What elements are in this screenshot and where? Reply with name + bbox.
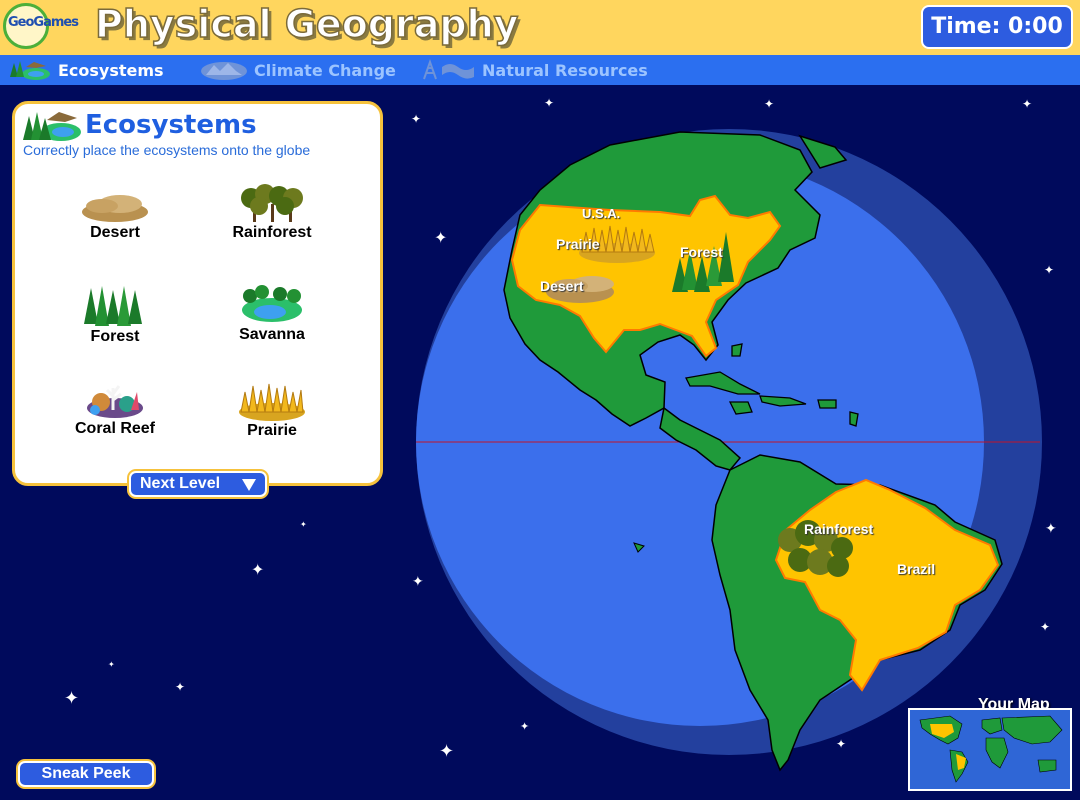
next-level-label: Next Level	[140, 475, 221, 492]
timer-display: Time: 0:00	[921, 5, 1073, 49]
usa-label: U.S.A.	[582, 206, 621, 221]
ecosystem-savanna[interactable]: Savanna	[197, 282, 347, 344]
ecosystem-desert[interactable]: Desert	[40, 186, 190, 242]
ecosystem-coral-reef[interactable]: Coral Reef	[40, 380, 190, 438]
ecosystem-savanna-label: Savanna	[239, 326, 305, 343]
sneak-peek-button[interactable]: Sneak Peek	[18, 761, 154, 787]
geogames-logo[interactable]: GeoGames	[2, 3, 80, 51]
tab-climate-change[interactable]: Climate Change	[200, 55, 396, 85]
brazil-label: Brazil	[897, 561, 936, 577]
ecosystem-forest[interactable]: Forest	[40, 284, 190, 346]
climate-change-tab-icon	[201, 62, 247, 80]
forest-icon	[84, 286, 142, 326]
prairie-icon	[239, 383, 305, 421]
savanna-icon	[242, 285, 302, 322]
ecosystem-prairie-label: Prairie	[247, 422, 297, 439]
ecosystem-prairie[interactable]: Prairie	[197, 382, 347, 440]
coral-reef-icon	[87, 385, 143, 418]
ecosystem-forest-label: Forest	[90, 328, 140, 345]
ecosystem-coral-reef-label: Coral Reef	[74, 420, 156, 437]
tab-natural-resources[interactable]: Natural Resources	[418, 55, 648, 85]
ecosystems-tab-icon	[10, 61, 50, 80]
rainforest-icon	[241, 184, 303, 222]
panel-instructions: Correctly place the ecosystems onto the …	[23, 142, 311, 158]
tab-ecosystems[interactable]: Ecosystems	[6, 55, 164, 85]
tab-natural-resources-label: Natural Resources	[482, 60, 648, 80]
prairie-globe-label: Prairie	[556, 236, 600, 252]
app-title: Physical Geography	[94, 1, 519, 47]
desert-globe-label: Desert	[540, 278, 584, 294]
ecosystems-panel: Ecosystems Correctly place the ecosystem…	[12, 101, 383, 486]
tab-ecosystems-label: Ecosystems	[58, 60, 164, 80]
chevron-down-icon	[242, 479, 256, 491]
forest-globe-label: Forest	[680, 244, 723, 260]
desert-icon	[82, 195, 148, 222]
rainforest-globe-label: Rainforest	[804, 521, 874, 537]
natural-resources-tab-icon	[423, 59, 474, 80]
tab-climate-change-label: Climate Change	[254, 60, 396, 80]
ecosystem-desert-label: Desert	[90, 224, 140, 241]
ecosystems-header-icon	[23, 112, 81, 141]
world-map-icon	[919, 715, 1063, 783]
panel-title: Ecosystems	[85, 110, 257, 140]
logo-text: GeoGames	[8, 15, 79, 30]
tab-bar: Ecosystems Climate Change Natural Resour…	[0, 55, 1080, 85]
your-map-minimap[interactable]	[908, 708, 1072, 791]
ecosystem-rainforest-label: Rainforest	[232, 224, 312, 241]
next-level-button[interactable]: Next Level	[129, 471, 267, 497]
header-bar: GeoGames Physical Geography Time: 0:00	[0, 0, 1080, 55]
ecosystem-rainforest[interactable]: Rainforest	[197, 184, 347, 242]
